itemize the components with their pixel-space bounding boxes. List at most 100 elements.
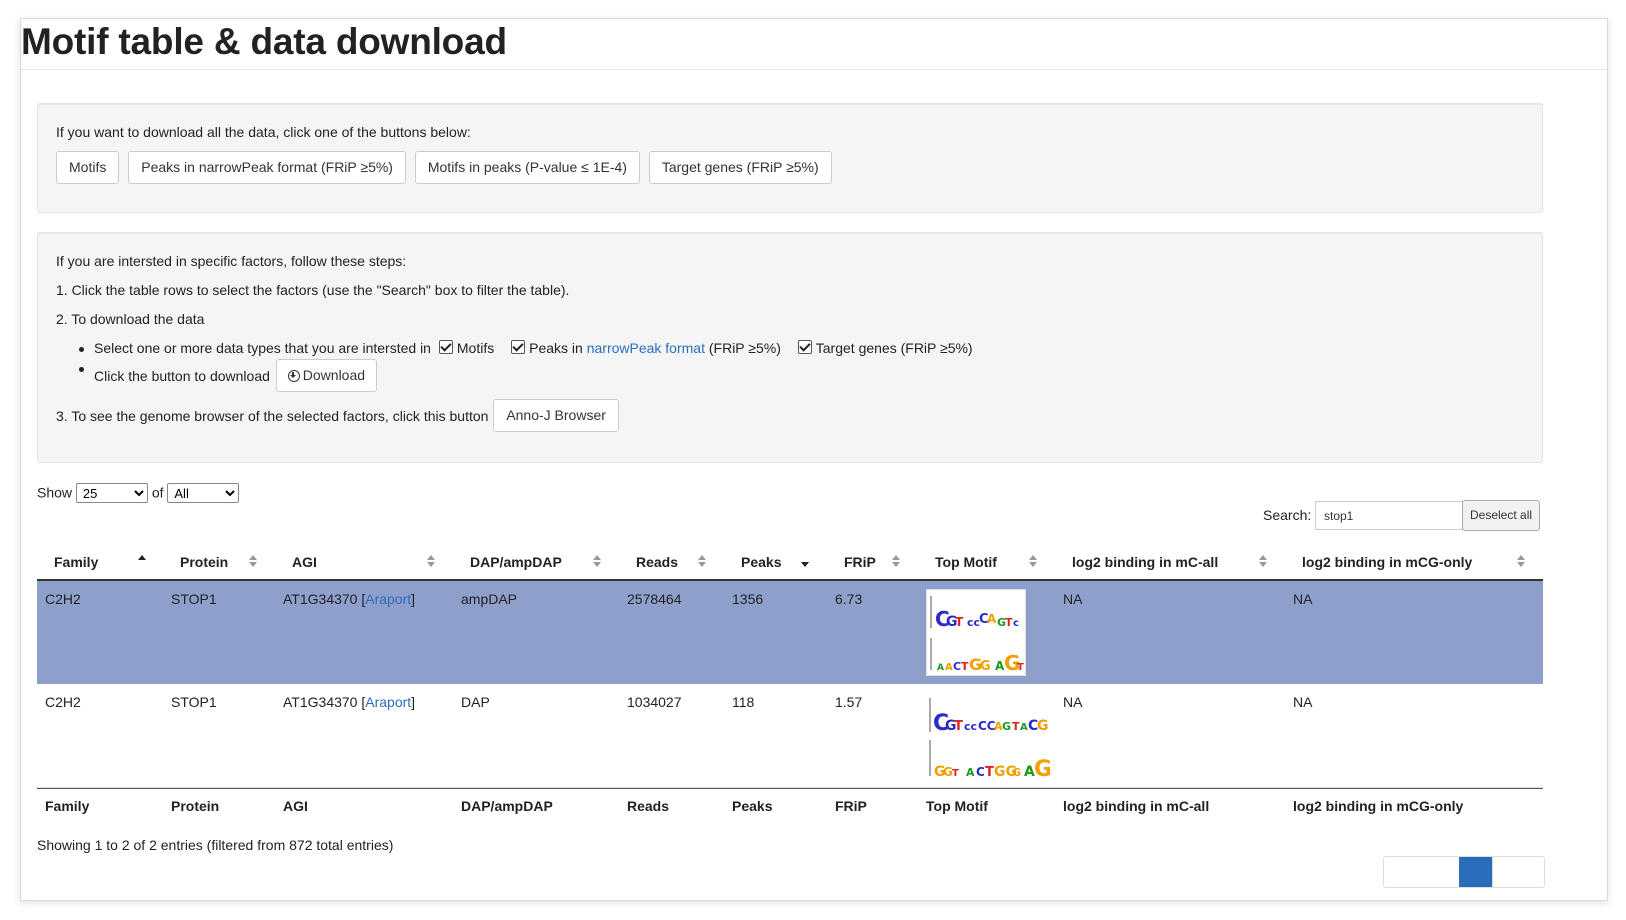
download-motifs-in-peaks-button[interactable]: Motifs in peaks (P-value ≤ 1E-4) bbox=[414, 151, 640, 184]
column-header-mc-all[interactable]: log2 binding in mC-all bbox=[1072, 554, 1218, 570]
specific-factors-panel: If you are intersted in specific factors… bbox=[37, 232, 1543, 463]
search-label: Search: bbox=[1263, 507, 1312, 523]
sort-icon[interactable] bbox=[1517, 555, 1525, 567]
svg-text:C: C bbox=[976, 765, 985, 779]
svg-text:A: A bbox=[937, 663, 944, 673]
step-1-text: 1. Click the table rows to select the fa… bbox=[56, 282, 570, 298]
table-header: Family Protein AGI DAP/ampDAP Reads Peak… bbox=[37, 549, 1543, 581]
sort-icon[interactable] bbox=[698, 555, 706, 567]
cell-family: C2H2 bbox=[45, 591, 81, 607]
specific-intro: If you are intersted in specific factors… bbox=[56, 253, 407, 269]
svg-text:C: C bbox=[953, 660, 961, 673]
column-header-protein[interactable]: Protein bbox=[180, 554, 228, 570]
bullet-select-types: Select one or more data types that you a… bbox=[79, 340, 973, 356]
anno-j-browser-button[interactable]: Anno-J Browser bbox=[493, 399, 619, 432]
svg-text:G: G bbox=[980, 659, 991, 674]
deselect-all-button[interactable]: Deselect all bbox=[1462, 500, 1541, 531]
sort-asc-icon[interactable] bbox=[138, 555, 146, 567]
cell-mc-all: NA bbox=[1063, 591, 1083, 607]
column-header-family[interactable]: Family bbox=[54, 554, 98, 570]
column-header-dap[interactable]: DAP/ampDAP bbox=[470, 554, 562, 570]
narrowpeak-format-link[interactable]: narrowPeak format bbox=[587, 340, 705, 356]
footer-top-motif: Top Motif bbox=[926, 798, 988, 814]
cell-mcg-only: NA bbox=[1293, 694, 1313, 710]
svg-text:A: A bbox=[1020, 722, 1028, 733]
column-header-agi[interactable]: AGI bbox=[292, 554, 317, 570]
table-row[interactable]: C2H2 STOP1 AT1G34370 [Araport] ampDAP 25… bbox=[37, 581, 1543, 684]
svg-text:T: T bbox=[952, 768, 959, 779]
step-3-row: 3. To see the genome browser of the sele… bbox=[56, 399, 619, 434]
sort-icon[interactable] bbox=[593, 555, 601, 567]
svg-text:G: G bbox=[1034, 757, 1050, 780]
column-header-top-motif[interactable]: Top Motif bbox=[935, 554, 997, 570]
araport-link[interactable]: Araport bbox=[365, 694, 411, 710]
checkbox-motifs-group[interactable]: Motifs bbox=[438, 340, 498, 356]
search-input[interactable] bbox=[1315, 501, 1463, 530]
download-peaks-button[interactable]: Peaks in narrowPeak format (FRiP ≥5%) bbox=[128, 151, 406, 184]
footer-reads: Reads bbox=[627, 798, 670, 814]
cell-frip: 1.57 bbox=[835, 694, 863, 710]
checkbox-motifs-label: Motifs bbox=[456, 340, 495, 356]
svg-text:T: T bbox=[961, 660, 969, 673]
download-motifs-button[interactable]: Motifs bbox=[56, 151, 120, 184]
table-footer: Family Protein AGI DAP/ampDAP Reads Peak… bbox=[37, 788, 1543, 827]
svg-text:T: T bbox=[955, 615, 964, 629]
pagination-page-active[interactable] bbox=[1459, 857, 1492, 887]
download-target-genes-button[interactable]: Target genes (FRiP ≥5%) bbox=[648, 151, 832, 184]
footer-dap: DAP/ampDAP bbox=[461, 798, 553, 814]
motif-logo-image: C G T cc CC A G T A C G G G T A C T GG G… bbox=[926, 692, 1052, 782]
pagination-next[interactable] bbox=[1492, 857, 1544, 887]
svg-text:G: G bbox=[1002, 720, 1011, 733]
sequence-logo-icon: C G T cc C A G T c A A C T G G A G T bbox=[930, 596, 1024, 675]
cell-reads: 2578464 bbox=[627, 591, 682, 607]
footer-mcg-only: log2 binding in mCG-only bbox=[1293, 798, 1464, 814]
footer-agi: AGI bbox=[283, 798, 308, 814]
svg-text:c: c bbox=[1013, 618, 1019, 629]
of-label: of bbox=[151, 484, 164, 501]
svg-text:T: T bbox=[1005, 616, 1013, 629]
step-2-text: 2. To download the data bbox=[56, 311, 205, 327]
checkbox-peaks-label-suffix: (FRiP ≥5%) bbox=[704, 340, 781, 356]
checkbox-peaks-group[interactable]: Peaks in narrowPeak format (FRiP ≥5%) bbox=[511, 340, 785, 356]
svg-text:G: G bbox=[1012, 766, 1021, 779]
svg-text:A: A bbox=[945, 662, 953, 673]
bullet-download-text: Click the button to download bbox=[94, 368, 270, 384]
footer-mc-all: log2 binding in mC-all bbox=[1063, 798, 1210, 814]
checkbox-targets[interactable] bbox=[797, 340, 812, 354]
download-circle-icon bbox=[287, 370, 300, 382]
cell-peaks: 1356 bbox=[732, 591, 764, 607]
sort-icon[interactable] bbox=[1259, 555, 1267, 567]
step-3-text: 3. To see the genome browser of the sele… bbox=[56, 408, 489, 425]
svg-text:T: T bbox=[1017, 662, 1024, 673]
page-length-select[interactable]: 25 bbox=[75, 483, 148, 503]
araport-link[interactable]: Araport bbox=[365, 591, 411, 607]
total-length-select[interactable]: All bbox=[167, 483, 240, 503]
column-header-peaks[interactable]: Peaks bbox=[741, 554, 781, 570]
sort-icon[interactable] bbox=[249, 555, 257, 567]
sort-icon[interactable] bbox=[892, 555, 900, 567]
download-selected-button[interactable]: Download bbox=[275, 359, 378, 392]
title-divider bbox=[21, 69, 1607, 70]
pagination bbox=[1383, 856, 1545, 888]
sort-icon[interactable] bbox=[1029, 555, 1037, 567]
column-header-mcg-only[interactable]: log2 binding in mCG-only bbox=[1302, 554, 1472, 570]
cell-dap: DAP bbox=[461, 694, 490, 710]
checkbox-targets-group[interactable]: Target genes (FRiP ≥5%) bbox=[797, 340, 973, 356]
pagination-previous[interactable] bbox=[1384, 857, 1459, 887]
download-all-buttons: Motifs Peaks in narrowPeak format (FRiP … bbox=[56, 151, 832, 184]
sort-desc-icon[interactable] bbox=[801, 555, 809, 567]
table-row[interactable]: C2H2 STOP1 AT1G34370 [Araport] DAP 10340… bbox=[37, 684, 1543, 788]
checkbox-motifs[interactable] bbox=[438, 340, 453, 354]
page-title: Motif table & data download bbox=[21, 21, 507, 62]
checkbox-peaks[interactable] bbox=[511, 340, 526, 354]
svg-text:T: T bbox=[954, 719, 963, 734]
bullet-select-text: Select one or more data types that you a… bbox=[94, 340, 431, 356]
bullet-dot bbox=[79, 347, 84, 352]
column-header-reads[interactable]: Reads bbox=[636, 554, 678, 570]
cell-peaks: 118 bbox=[732, 694, 755, 710]
cell-agi-id: AT1G34370 bbox=[283, 591, 358, 607]
column-header-frip[interactable]: FRiP bbox=[844, 554, 876, 570]
svg-text:A: A bbox=[966, 766, 975, 779]
sort-icon[interactable] bbox=[427, 555, 435, 567]
download-all-panel: If you want to download all the data, cl… bbox=[37, 103, 1543, 213]
